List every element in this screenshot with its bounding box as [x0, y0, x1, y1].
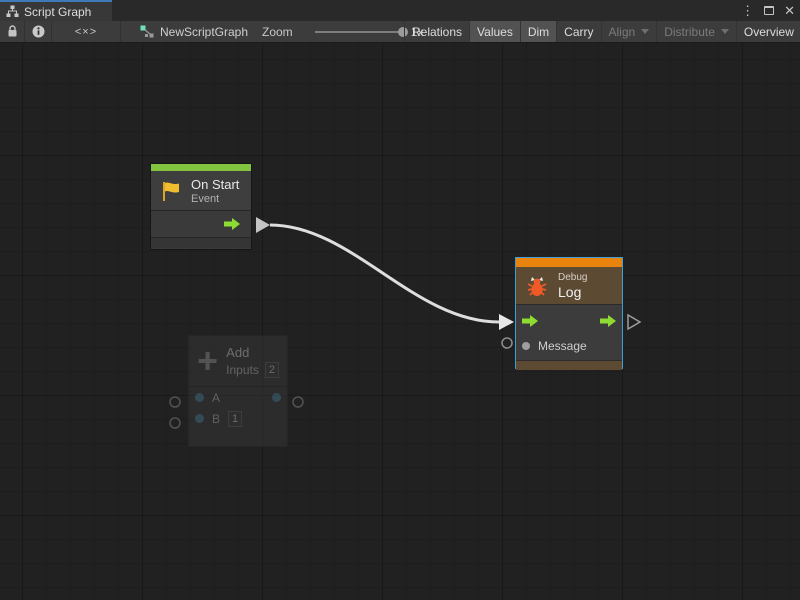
lock-button[interactable] — [0, 21, 25, 42]
inputs-count-field[interactable]: 2 — [265, 362, 279, 378]
carry-toggle[interactable]: Carry — [556, 21, 600, 42]
relations-toggle[interactable]: Relations — [404, 21, 469, 42]
node-title: On Start — [191, 177, 239, 192]
message-value-port[interactable] — [522, 342, 530, 350]
relations-label: Relations — [412, 25, 462, 39]
graph-name-label: NewScriptGraph — [160, 25, 248, 39]
zoom-control: Zoom 1x — [262, 21, 423, 42]
node-on-start[interactable]: On Start Event — [150, 163, 252, 250]
add-sum-outer-circle[interactable] — [293, 397, 303, 407]
node-category: Debug — [558, 272, 587, 283]
node-add[interactable]: Add Inputs 2 A B 1 — [188, 335, 288, 447]
node-subtitle: Event — [191, 193, 239, 205]
port-b-input[interactable] — [195, 414, 204, 423]
connections-overlay — [0, 43, 800, 600]
graph-canvas[interactable]: On Start Event Debug Log — [0, 43, 800, 600]
add-a-outer-circle[interactable] — [170, 397, 180, 407]
on-start-header[interactable]: On Start Event — [151, 171, 251, 211]
align-dropdown[interactable]: Align — [601, 21, 657, 42]
values-toggle[interactable]: Values — [469, 21, 520, 42]
port-b-label: B — [212, 412, 220, 426]
flow-output-port-icon[interactable] — [600, 315, 616, 327]
chevron-down-icon — [641, 29, 649, 34]
debug-footer — [516, 360, 622, 370]
graph-name[interactable]: NewScriptGraph — [140, 21, 248, 42]
overview-label: Overview — [744, 25, 794, 39]
overview-button[interactable]: Overview — [736, 21, 800, 42]
bug-icon — [524, 273, 550, 299]
title-bar: Script Graph ⋮ ✕ — [0, 0, 800, 21]
wire-start-triangle[interactable] — [256, 217, 270, 233]
maximize-icon[interactable] — [764, 6, 774, 15]
info-icon — [32, 25, 45, 38]
dim-toggle[interactable]: Dim — [520, 21, 556, 42]
on-start-accent-bar — [151, 164, 251, 171]
tab-script-graph[interactable]: Script Graph — [0, 0, 112, 21]
add-port-a-row: A — [189, 387, 287, 408]
lock-icon — [7, 25, 18, 38]
toolbar-buttons: Relations Values Dim Carry Align Distrib… — [404, 21, 800, 42]
distribute-dropdown[interactable]: Distribute — [656, 21, 736, 42]
debug-output-outer-triangle[interactable] — [628, 315, 640, 329]
values-label: Values — [477, 25, 513, 39]
port-a-label: A — [212, 391, 220, 405]
node-debug-log[interactable]: Debug Log Message — [515, 257, 623, 369]
debug-body: Message — [516, 305, 622, 360]
toolbar: <×> NewScriptGraph Zoom 1x Relations Val… — [0, 21, 800, 43]
port-b-value-field[interactable]: 1 — [228, 411, 242, 427]
script-graph-asset-icon — [140, 25, 154, 38]
align-label: Align — [609, 25, 636, 39]
add-body: A B 1 — [189, 387, 287, 429]
menu-icon[interactable]: ⋮ — [741, 4, 754, 17]
chevron-down-icon — [721, 29, 729, 34]
add-port-b-row: B 1 — [189, 408, 287, 429]
sum-output-port[interactable] — [272, 393, 281, 402]
flag-icon — [159, 179, 183, 203]
on-start-body — [151, 211, 251, 238]
wire-end-arrow — [499, 314, 514, 330]
add-header[interactable]: Add Inputs 2 — [189, 336, 287, 387]
debug-flow-row — [516, 308, 622, 333]
port-a-input[interactable] — [195, 393, 204, 402]
add-footer — [189, 429, 287, 443]
inputs-label: Inputs — [226, 363, 259, 377]
carry-label: Carry — [564, 25, 593, 39]
node-title: Add — [226, 345, 279, 360]
dim-label: Dim — [528, 25, 549, 39]
control-wire[interactable] — [270, 225, 499, 322]
debug-message-row: Message — [516, 333, 622, 358]
on-start-footer — [151, 238, 251, 248]
zoom-slider[interactable] — [315, 31, 407, 33]
node-title: Log — [558, 284, 587, 300]
flow-output-port-icon[interactable] — [224, 218, 240, 230]
message-port-label: Message — [538, 339, 587, 353]
code-icon: <×> — [75, 26, 97, 38]
message-port-outer-circle[interactable] — [502, 338, 512, 348]
tab-title: Script Graph — [24, 5, 91, 19]
plus-icon — [197, 348, 218, 374]
debug-header[interactable]: Debug Log — [516, 267, 622, 305]
graph-hierarchy-icon — [6, 5, 19, 18]
flow-input-port-icon[interactable] — [522, 315, 538, 327]
add-b-outer-circle[interactable] — [170, 418, 180, 428]
distribute-label: Distribute — [664, 25, 715, 39]
info-button[interactable] — [25, 21, 52, 42]
code-view-button[interactable]: <×> — [52, 21, 121, 42]
window-controls: ⋮ ✕ — [741, 0, 795, 21]
close-icon[interactable]: ✕ — [784, 4, 795, 17]
debug-accent-bar — [516, 258, 622, 267]
zoom-label: Zoom — [262, 25, 293, 39]
